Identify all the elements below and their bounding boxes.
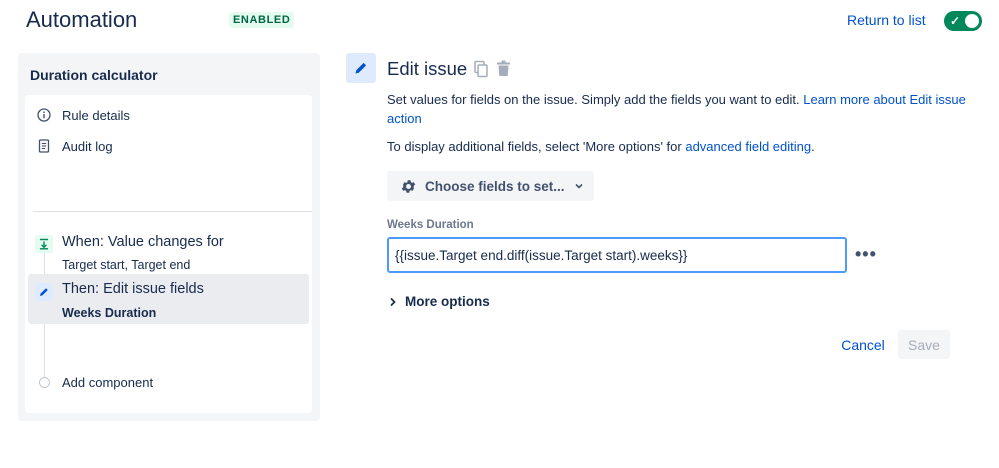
- rule-sidebar: Duration calculator Rule details Audit l…: [18, 53, 320, 421]
- editor-title: Edit issue: [387, 58, 468, 79]
- weeks-duration-input[interactable]: [387, 237, 847, 273]
- action-step-title: Then: Edit issue fields: [62, 281, 204, 297]
- rule-name: Duration calculator: [30, 67, 158, 83]
- add-component-link[interactable]: Add component: [62, 375, 153, 390]
- rule-components-card: Rule details Audit log When: Value chang…: [25, 95, 312, 413]
- choose-fields-label: Choose fields to set...: [425, 178, 565, 194]
- return-to-list-link[interactable]: Return to list: [847, 12, 926, 28]
- document-icon: [37, 139, 51, 153]
- editor-description: Set values for fields on the issue. Simp…: [387, 91, 967, 128]
- sidebar-item-audit-log[interactable]: Audit log: [37, 136, 113, 156]
- trigger-step-subtitle: Target start, Target end: [62, 258, 191, 272]
- display-hint-suffix: .: [811, 139, 815, 154]
- more-actions-icon[interactable]: •••: [855, 244, 877, 265]
- sidebar-item-rule-details[interactable]: Rule details: [37, 105, 130, 125]
- save-button[interactable]: Save: [898, 330, 950, 359]
- choose-fields-dropdown[interactable]: Choose fields to set...: [387, 171, 594, 201]
- description-text: Set values for fields on the issue. Simp…: [387, 92, 804, 107]
- pencil-icon: [35, 283, 53, 301]
- sidebar-item-label: Rule details: [62, 107, 130, 123]
- add-component-dot-icon: [39, 377, 50, 388]
- more-options-label: More options: [405, 294, 490, 309]
- check-icon: ✓: [950, 14, 961, 28]
- chevron-down-icon: [574, 181, 584, 191]
- trash-icon[interactable]: [496, 60, 511, 77]
- trigger-step-title: When: Value changes for: [62, 234, 224, 250]
- chevron-right-icon: [389, 297, 397, 307]
- weeks-duration-label: Weeks Duration: [387, 219, 474, 231]
- copy-icon[interactable]: [473, 60, 489, 78]
- cancel-button[interactable]: Cancel: [834, 331, 892, 359]
- action-step-subtitle: Weeks Duration: [62, 306, 157, 320]
- advanced-field-editing-link[interactable]: advanced field editing: [685, 139, 811, 154]
- more-options-toggle[interactable]: More options: [389, 294, 490, 309]
- display-hint-text: To display additional fields, select 'Mo…: [387, 139, 686, 154]
- divider: [33, 211, 312, 212]
- sidebar-item-label: Audit log: [62, 138, 113, 154]
- editor-display-hint: To display additional fields, select 'Mo…: [387, 139, 815, 154]
- info-icon: [37, 108, 51, 122]
- status-badge: ENABLED: [229, 12, 295, 28]
- page-title: Automation: [26, 7, 138, 32]
- toggle-knob: [965, 14, 979, 28]
- gear-icon: [400, 178, 417, 195]
- trigger-icon: [35, 235, 53, 253]
- pencil-icon: [346, 53, 376, 83]
- rule-enabled-toggle[interactable]: ✓: [944, 11, 982, 31]
